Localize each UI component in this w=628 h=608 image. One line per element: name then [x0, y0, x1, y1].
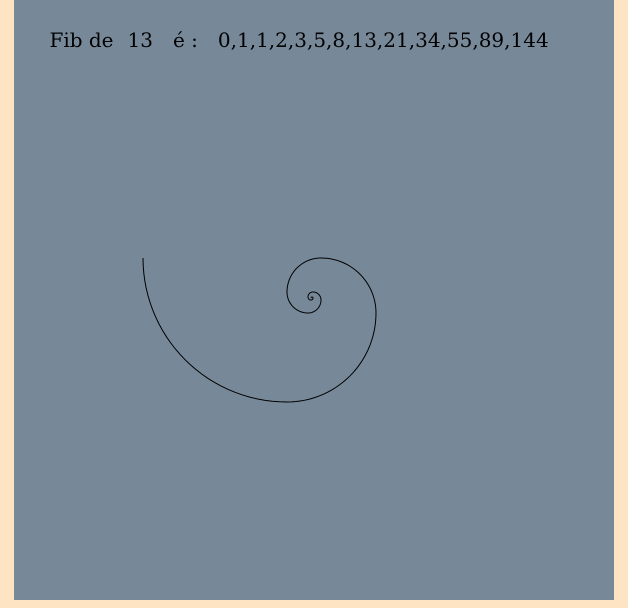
spiral-curve	[142, 257, 377, 403]
drawing-canvas: Fib de 13 é :0,1,1,2,3,5,8,13,21,34,55,89,…	[14, 0, 614, 600]
fibonacci-spiral	[142, 257, 377, 403]
